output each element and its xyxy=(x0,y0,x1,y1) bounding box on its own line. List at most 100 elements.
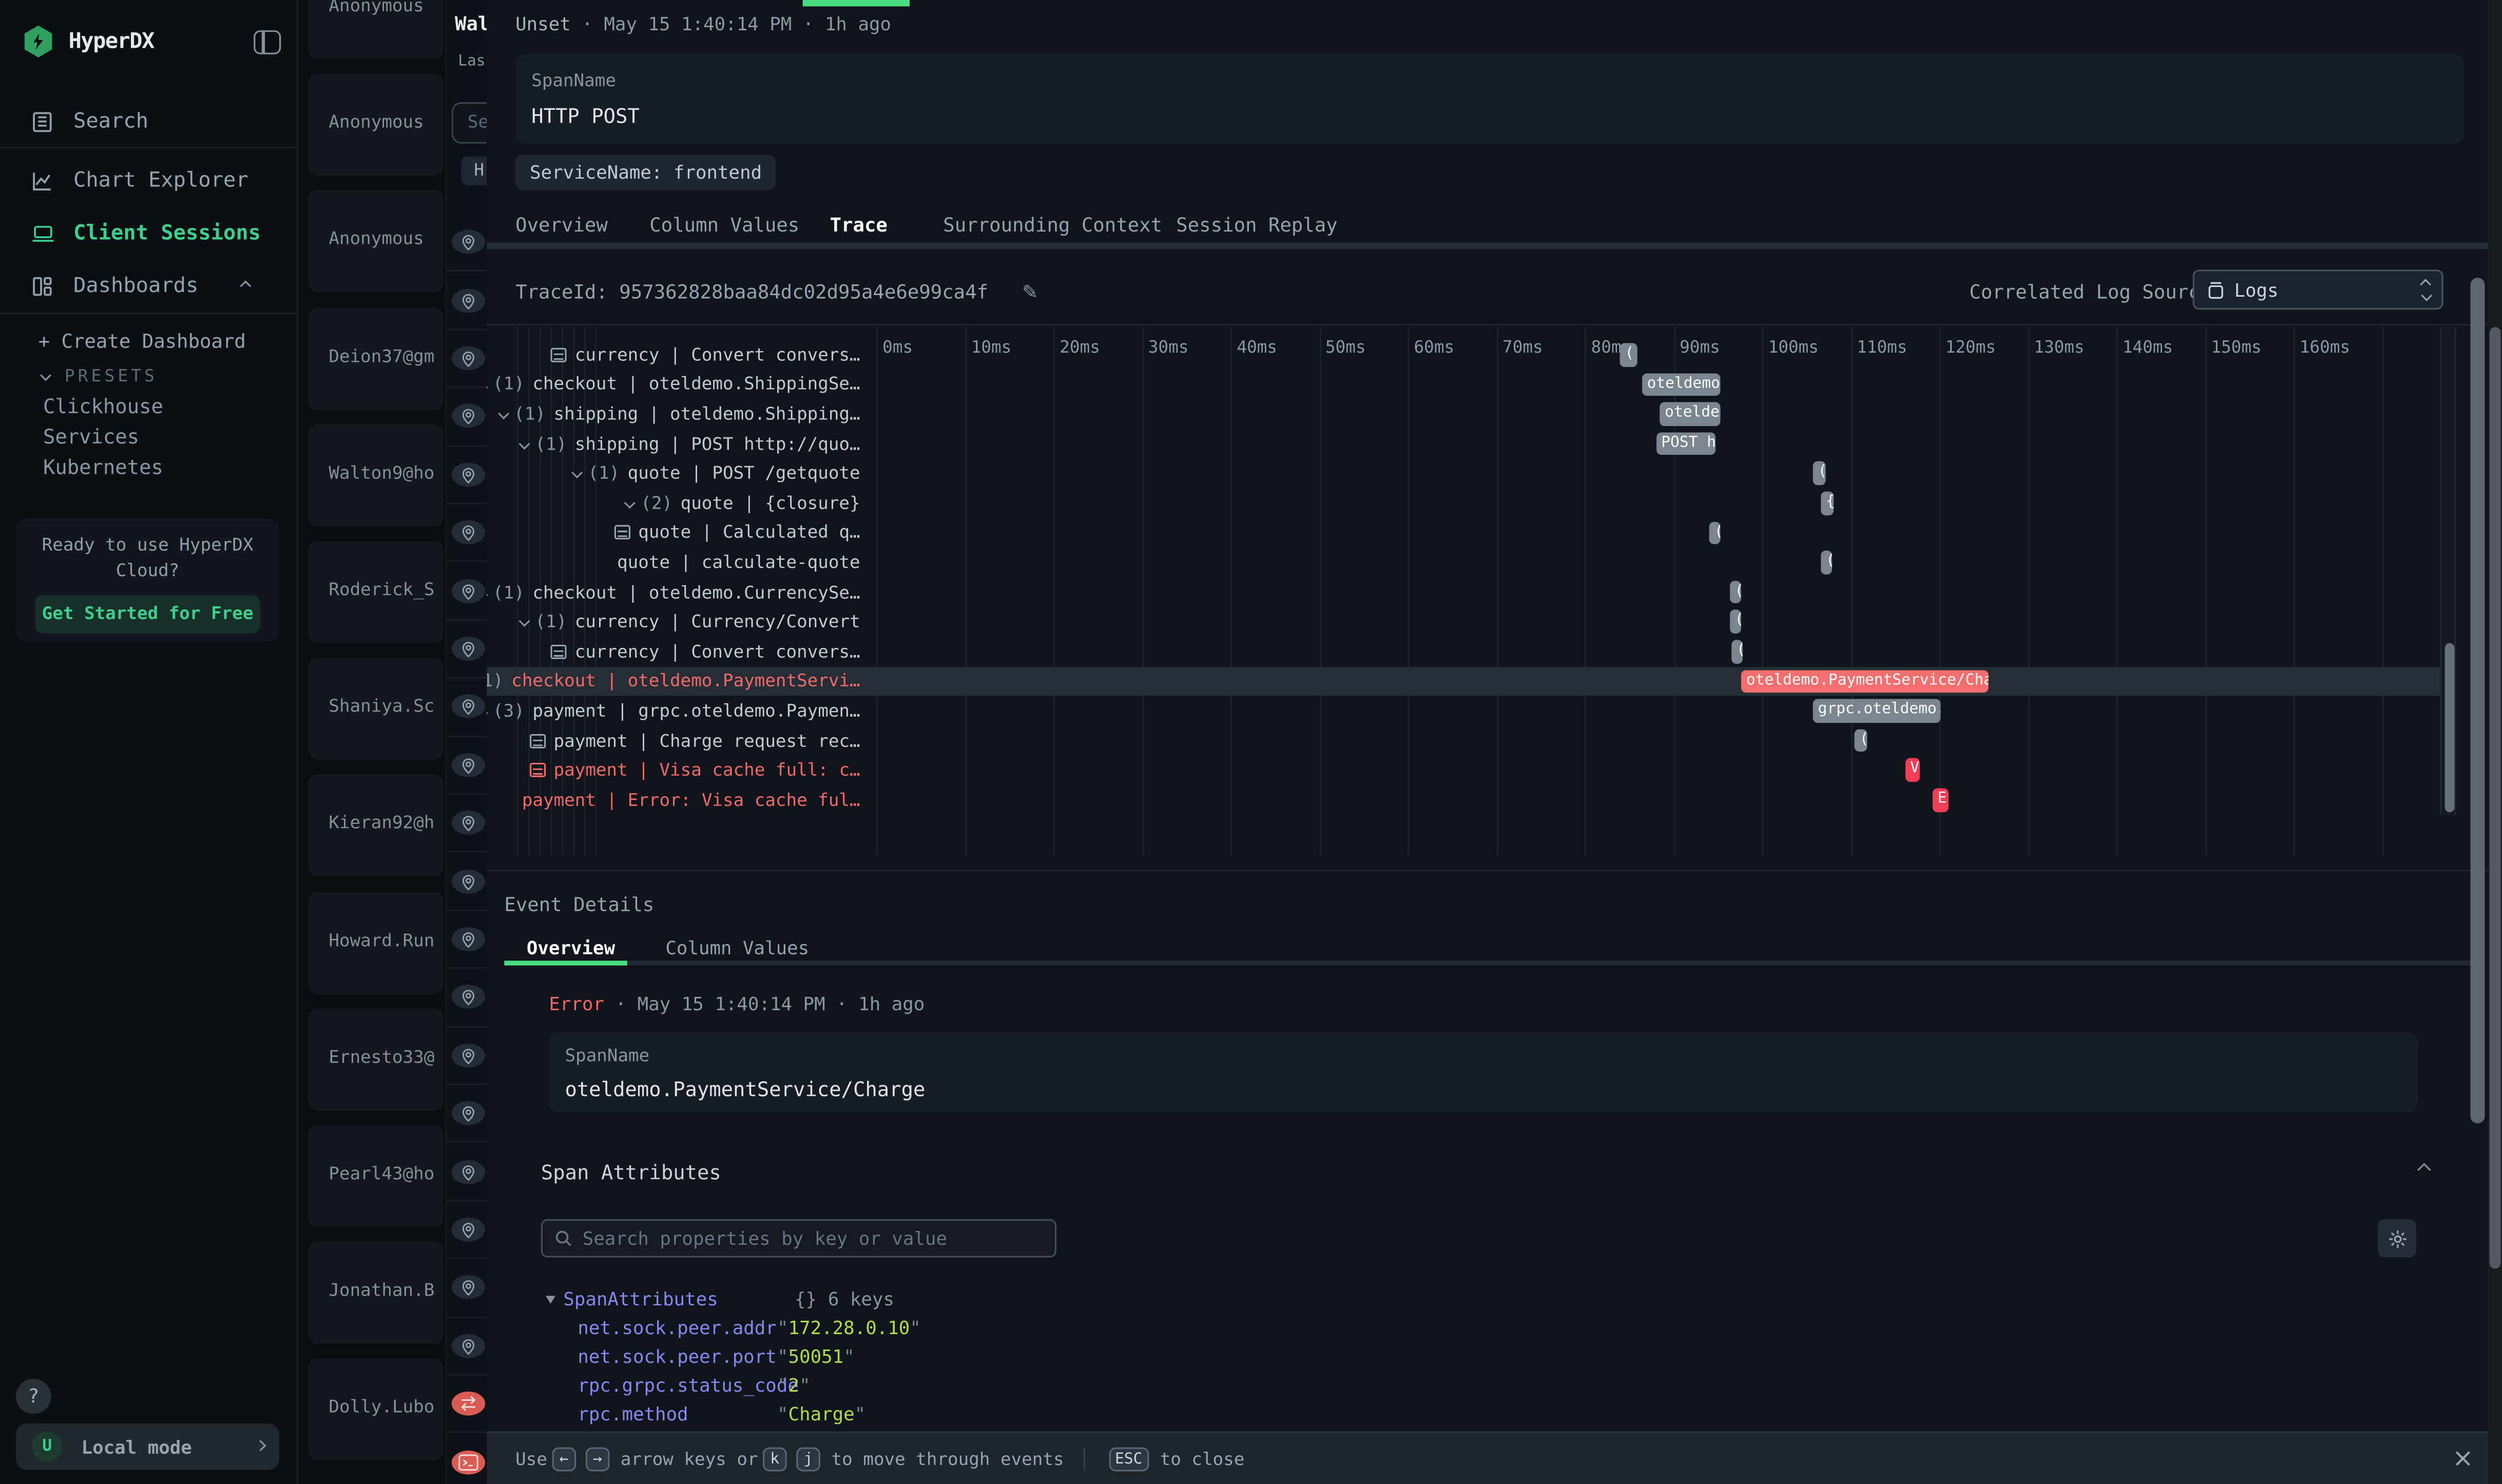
attribute-row[interactable]: rpc.grpc.status_code"2" xyxy=(578,1374,1535,1400)
session-card[interactable]: Anonymous xyxy=(308,74,444,176)
attribute-row[interactable]: net.sock.peer.addr"172.28.0.10" xyxy=(578,1317,1535,1342)
session-event-pin[interactable] xyxy=(447,1318,487,1376)
session-card[interactable]: Anonymous xyxy=(308,190,444,293)
session-card[interactable]: Dolly.Lubo xyxy=(308,1359,444,1461)
span-row[interactable]: (3)payment | grpc.oteldemo.Paymen…grpc.o… xyxy=(487,696,2440,726)
span-row[interactable]: (1)checkout | oteldemo.PaymentServi…otel… xyxy=(487,666,2440,696)
span-row[interactable]: payment | Charge request rec…( xyxy=(487,726,2440,756)
span-row[interactable]: payment | Error: Visa cache ful…E xyxy=(487,785,2440,815)
sidebar-collapse-icon[interactable] xyxy=(254,30,281,54)
get-started-button[interactable]: Get Started for Free xyxy=(35,595,260,634)
span-bar[interactable]: ( xyxy=(1855,729,1867,752)
page-scrollbar[interactable] xyxy=(2488,0,2502,1484)
session-event-pin[interactable] xyxy=(447,969,487,1027)
span-bar[interactable]: grpc.oteldemo. xyxy=(1813,699,1940,722)
session-card[interactable]: Shaniya.Sc xyxy=(308,658,444,760)
session-card[interactable]: Roderick_S xyxy=(308,541,444,643)
create-dashboard-link[interactable]: + Create Dashboard xyxy=(39,331,246,353)
span-bar[interactable]: oteldem xyxy=(1660,402,1720,426)
attribute-row[interactable]: rpc.method"Charge" xyxy=(578,1403,1535,1429)
sidebar-item-chart-explorer[interactable]: Chart Explorer xyxy=(0,160,297,201)
session-event-pin[interactable] xyxy=(447,1143,487,1201)
span-bar[interactable]: ( xyxy=(1620,343,1638,366)
session-card[interactable]: Deion37@gm xyxy=(308,307,444,410)
span-bar[interactable]: oteldemo. xyxy=(1642,373,1720,396)
span-row[interactable]: currency | Convert convers…( xyxy=(487,637,2440,666)
session-card[interactable]: Howard.Run xyxy=(308,892,444,994)
rail-search-input[interactable]: Sea xyxy=(452,102,487,144)
session-event-pin[interactable] xyxy=(447,504,487,562)
session-event-pin[interactable] xyxy=(447,679,487,737)
session-event-pin[interactable] xyxy=(447,563,487,621)
attributes-search-input[interactable]: Search properties by key or value xyxy=(541,1219,1056,1258)
span-row[interactable]: (1)shipping | POST http://quo…POST h xyxy=(487,429,2440,459)
presets-header[interactable]: PRESETS xyxy=(42,367,158,386)
trace-waterfall[interactable]: 0ms10ms20ms30ms40ms50ms60ms70ms80ms90ms1… xyxy=(487,327,2456,855)
sidebar-item-client-sessions[interactable]: Client Sessions xyxy=(0,212,297,254)
span-row[interactable]: currency | Convert convers…( xyxy=(487,340,2440,370)
sidebar-item-dashboards[interactable]: Dashboards xyxy=(0,265,297,306)
service-chip[interactable]: ServiceName: frontend xyxy=(515,155,776,190)
session-event-pin[interactable] xyxy=(447,388,487,446)
span-row[interactable]: payment | Visa cache full: c…V xyxy=(487,756,2440,785)
session-event-pin[interactable] xyxy=(447,1027,487,1085)
local-mode-button[interactable]: U Local mode xyxy=(16,1423,279,1470)
session-event-pin[interactable] xyxy=(447,1201,487,1259)
span-row[interactable]: (1)shipping | oteldemo.Shipping…oteldem xyxy=(487,399,2440,429)
help-button[interactable]: ? xyxy=(16,1379,51,1414)
sidebar-item-search[interactable]: Search xyxy=(0,101,297,142)
span-row[interactable]: (1)checkout | oteldemo.CurrencySe…( xyxy=(487,577,2440,607)
session-event-pin[interactable] xyxy=(447,446,487,504)
session-event-pin[interactable] xyxy=(447,272,487,330)
session-card[interactable]: Walton9@ho xyxy=(308,424,444,526)
log-source-select[interactable]: Logs xyxy=(2192,269,2443,310)
session-card[interactable]: Pearl43@ho xyxy=(308,1125,444,1227)
span-bar[interactable]: ( xyxy=(1731,640,1742,663)
span-bar[interactable]: ( xyxy=(1821,551,1833,574)
session-event-pin[interactable] xyxy=(447,1085,487,1143)
tab-column-values[interactable]: Column Values xyxy=(649,209,799,242)
session-event-pin[interactable] xyxy=(447,853,487,911)
session-card[interactable]: Ernesto33@ xyxy=(308,1008,444,1110)
session-event-pin[interactable] xyxy=(447,737,487,795)
span-bar[interactable]: E xyxy=(1933,788,1949,812)
span-bar[interactable]: ( xyxy=(1730,581,1741,604)
tab-surrounding-context[interactable]: Surrounding Context xyxy=(943,209,1162,242)
session-event-pin[interactable] xyxy=(447,214,487,272)
tab-session-replay[interactable]: Session Replay xyxy=(1176,209,1337,242)
span-row[interactable]: (1)quote | POST /getquote( xyxy=(487,458,2440,488)
span-bar[interactable]: POST h xyxy=(1657,432,1716,455)
tab-overview[interactable]: Overview xyxy=(515,209,608,242)
rail-filter-button[interactable]: H xyxy=(461,157,487,185)
settings-button[interactable] xyxy=(2378,1219,2416,1258)
span-bar[interactable]: oteldemo.PaymentService/Char xyxy=(1741,669,1988,692)
span-bar[interactable]: ( xyxy=(1813,462,1825,485)
session-card[interactable]: Anonymous xyxy=(308,0,444,59)
span-row[interactable]: quote | Calculated q…( xyxy=(487,518,2440,548)
preset-clickhouse[interactable]: Clickhouse xyxy=(43,394,163,418)
waterfall-scrollbar[interactable] xyxy=(2440,327,2456,815)
span-bar[interactable]: ( xyxy=(1730,610,1741,633)
session-event-pin[interactable] xyxy=(447,330,487,388)
preset-services[interactable]: Services xyxy=(43,425,139,449)
session-event-pin[interactable] xyxy=(447,795,487,853)
session-event-pin[interactable] xyxy=(447,621,487,679)
ed-tab-overview[interactable]: Overview xyxy=(527,934,615,962)
span-row[interactable]: (1)currency | Currency/Convert( xyxy=(487,607,2440,637)
span-row[interactable]: quote | calculate-quote( xyxy=(487,548,2440,577)
session-event-swap[interactable] xyxy=(447,1376,487,1434)
session-card[interactable]: Jonathan.B xyxy=(308,1242,444,1344)
preset-kubernetes[interactable]: Kubernetes xyxy=(43,455,163,479)
ed-tab-column-values[interactable]: Column Values xyxy=(665,934,809,962)
close-icon[interactable]: × xyxy=(2452,1432,2474,1484)
edit-icon[interactable]: ✎ xyxy=(1022,281,1038,303)
session-event-pin[interactable] xyxy=(447,1259,487,1317)
session-event-terminal[interactable] xyxy=(447,1434,487,1484)
attributes-root-row[interactable]: SpanAttributes {} 6 keys xyxy=(546,1288,894,1310)
span-bar[interactable]: { xyxy=(1821,492,1835,515)
collapse-section-icon[interactable] xyxy=(2417,1163,2431,1177)
tab-trace[interactable]: Trace xyxy=(830,209,888,242)
span-bar[interactable]: V xyxy=(1906,759,1920,782)
panel-scrollbar[interactable] xyxy=(2470,278,2485,1124)
session-card[interactable]: Kieran92@h xyxy=(308,775,444,877)
